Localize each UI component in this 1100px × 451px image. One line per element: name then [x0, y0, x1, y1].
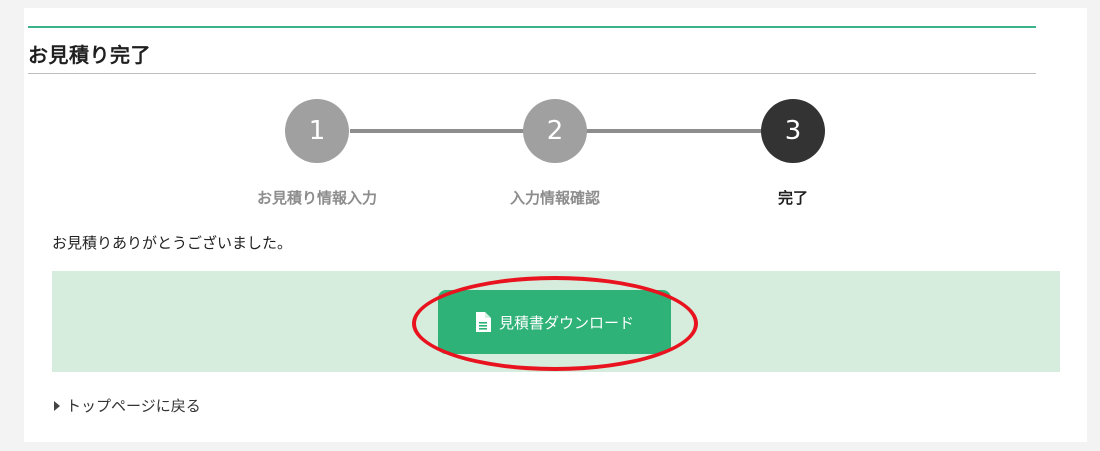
caret-right-icon [54, 400, 60, 411]
back-link-label: トップページに戻る [66, 397, 201, 415]
download-quote-button[interactable]: 見積書ダウンロード [438, 290, 671, 354]
step-2-label: 入力情報確認 [509, 189, 600, 207]
step-3-label: 完了 [777, 189, 808, 207]
download-button-label: 見積書ダウンロード [498, 313, 634, 332]
step-connector-1-2 [350, 129, 524, 133]
back-to-top-link[interactable]: トップページに戻る [54, 395, 201, 416]
step-1-circle: 1 [285, 99, 349, 163]
thank-you-message: お見積りありがとうございました。 [52, 234, 293, 252]
progress-steps: 1 2 3 お見積り情報入力 入力情報確認 完了 [0, 0, 1100, 220]
step-connector-2-3 [586, 129, 762, 133]
document-icon [475, 312, 491, 332]
step-2-circle: 2 [523, 99, 587, 163]
step-3-circle: 3 [761, 99, 825, 163]
step-1-label: お見積り情報入力 [256, 189, 377, 207]
